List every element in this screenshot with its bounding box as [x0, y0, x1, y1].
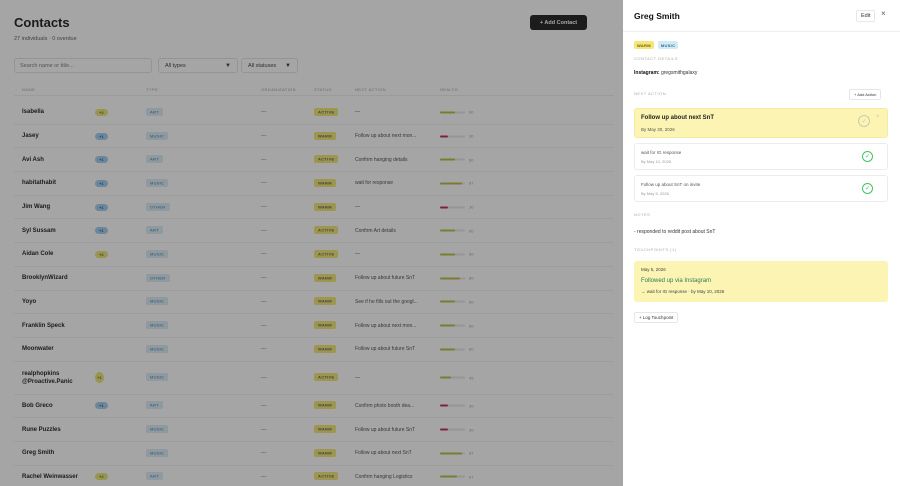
action-title: Follow up about SnT on invite [641, 182, 701, 187]
type-tag: MUSIC [657, 41, 679, 49]
touchpoint-title[interactable]: Followed up via Instagram [641, 278, 711, 284]
action-title: Follow up about next SnT [641, 115, 714, 121]
check-circle-icon[interactable]: ✓ [862, 151, 873, 162]
edit-button[interactable]: Edit [856, 10, 876, 22]
status-tag: WARM [634, 41, 654, 49]
close-icon[interactable]: × [881, 9, 886, 18]
instagram-key: Instagram: [634, 70, 660, 76]
add-action-button[interactable]: + Add Action [849, 89, 882, 100]
contact-details-label: CONTACT DETAILS [634, 56, 678, 61]
instagram-value[interactable]: gregsmithgalaxy [661, 70, 697, 76]
check-circle-icon[interactable]: ✓ [862, 183, 873, 194]
panel-title: Greg Smith [634, 11, 680, 21]
next-action-label: NEXT ACTION [634, 91, 667, 96]
touchpoint-date: May 5, 2026 [641, 267, 666, 272]
check-circle-icon[interactable]: ✓ [858, 115, 870, 127]
log-touchpoint-button[interactable]: + Log Touchpoint [634, 312, 679, 323]
close-icon[interactable]: × [876, 114, 880, 120]
notes-text[interactable]: - responded to reddit post about SnT [634, 229, 715, 235]
action-date: By May 10, 2026 [641, 159, 672, 164]
action-card[interactable]: Follow up about SnT on invite By May 5, … [634, 175, 888, 202]
notes-label: NOTES [634, 212, 651, 217]
action-title: wait for IG response [641, 150, 682, 155]
action-card[interactable]: wait for IG response By May 10, 2026 ✓ [634, 143, 888, 170]
action-card-active[interactable]: Follow up about next SnT By May 30, 2026… [634, 108, 888, 138]
modal-backdrop[interactable] [0, 0, 623, 486]
contacts-main: Contacts 27 individuals · 0 overdue + Ad… [0, 0, 623, 486]
action-date: By May 30, 2026 [641, 127, 675, 132]
action-date: By May 5, 2026 [641, 191, 669, 196]
panel-divider [623, 31, 900, 32]
touchpoint-card: May 5, 2026 Followed up via Instagram → … [634, 261, 888, 302]
contact-detail-panel: Greg Smith Edit × WARM MUSIC CONTACT DET… [623, 0, 900, 486]
instagram-detail: Instagram: gregsmithgalaxy [634, 70, 697, 76]
touchpoint-followup: → wait for IG response · by May 10, 2026 [641, 289, 725, 294]
touchpoints-label: TOUCHPOINTS (1) [634, 247, 677, 252]
panel-tags: WARM MUSIC [634, 41, 679, 49]
